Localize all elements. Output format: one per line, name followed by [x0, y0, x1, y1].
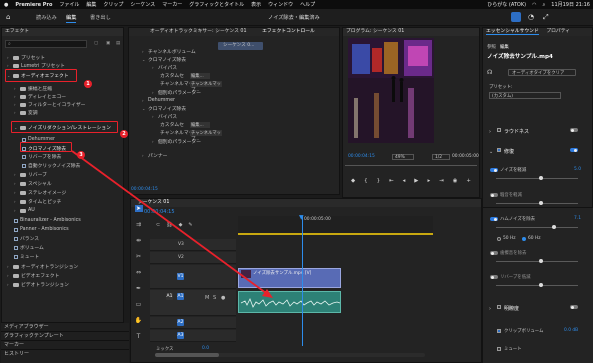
clarity-checkbox[interactable] — [497, 305, 501, 309]
caret-icon[interactable]: › — [489, 129, 491, 135]
caret-icon[interactable]: ⌄ — [489, 149, 493, 155]
loudness-checkbox[interactable] — [497, 128, 501, 132]
repair-checkbox[interactable] — [497, 148, 501, 152]
reduce-reverb-label: リバーブを低減 — [500, 275, 531, 280]
reduce-rumble-toggle[interactable] — [490, 193, 498, 197]
mute-checkbox[interactable] — [497, 347, 501, 351]
dehum-slider[interactable] — [496, 227, 578, 228]
tab-browse[interactable]: 参照 — [487, 44, 496, 50]
loudness-toggle[interactable] — [570, 128, 578, 132]
section-repair[interactable]: 修復 — [504, 148, 514, 155]
clarity-toggle[interactable] — [570, 305, 578, 309]
tab-properties[interactable]: プロパティ — [546, 29, 570, 34]
dehum-knob[interactable] — [552, 225, 556, 229]
es-clip-name: ノイズ除去サンプル.mp4 — [487, 54, 553, 60]
reduce-noise-slider[interactable] — [496, 178, 578, 179]
dehum-toggle[interactable] — [490, 217, 498, 221]
preset-label: プリセット: — [489, 85, 513, 90]
section-clarity[interactable]: 明瞭度 — [504, 305, 519, 312]
dehum-value[interactable]: 7.1 — [574, 216, 581, 221]
mute-label: ミュート — [504, 347, 522, 352]
hz-60-radio[interactable] — [522, 237, 526, 241]
reduce-noise-knob[interactable] — [539, 176, 543, 180]
hz-50-label: 50 Hz — [503, 236, 516, 241]
caret-icon[interactable]: › — [489, 306, 491, 312]
reduce-rumble-label: 騒音を軽減 — [500, 193, 522, 198]
clip-volume-checkbox[interactable] — [497, 329, 501, 333]
clip-volume-value[interactable]: 0.0 dB — [564, 328, 578, 333]
reduce-reverb-slider[interactable] — [496, 285, 578, 286]
reduce-noise-value[interactable]: 5.0 — [574, 167, 581, 172]
deess-knob[interactable] — [539, 259, 543, 263]
reduce-noise-label: ノイズを軽減 — [500, 168, 527, 173]
repair-toggle[interactable] — [570, 148, 578, 152]
reduce-reverb-toggle[interactable] — [490, 275, 498, 279]
reduce-rumble-slider[interactable] — [496, 203, 578, 204]
clip-volume-label: クリップボリューム — [504, 329, 544, 334]
clear-audio-type-button[interactable]: オーディオタイプをクリア — [508, 69, 576, 76]
reduce-reverb-knob[interactable] — [539, 283, 543, 287]
hz-60-label: 60 Hz — [528, 236, 541, 241]
section-loudness[interactable]: ラウドネス — [504, 128, 529, 135]
reduce-noise-toggle[interactable] — [490, 168, 498, 172]
deess-label: 歯擦音を除去 — [500, 251, 527, 256]
tab-edit-es[interactable]: 編集 — [500, 44, 509, 50]
deess-toggle[interactable] — [490, 251, 498, 255]
dialogue-icon: ☊ — [487, 69, 493, 76]
preset-select[interactable]: (カスタム) — [489, 92, 561, 99]
reduce-rumble-knob[interactable] — [539, 201, 543, 205]
tab-essential-sound[interactable]: エッセンシャルサウンド — [486, 29, 539, 35]
hz-50-radio[interactable] — [497, 237, 501, 241]
deess-slider[interactable] — [496, 261, 578, 262]
dehum-label: ハムノイズを除去 — [500, 217, 535, 222]
